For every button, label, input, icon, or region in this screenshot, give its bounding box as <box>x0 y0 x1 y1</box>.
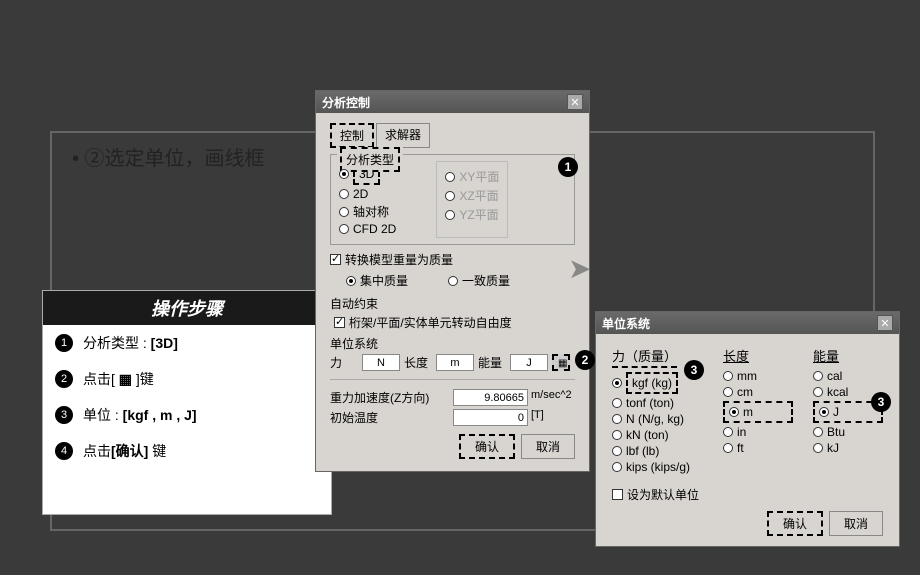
unit-system-label: 单位系统 <box>330 335 575 352</box>
callout-3a: 3 <box>684 360 704 380</box>
radio-kj[interactable]: kJ <box>813 441 883 455</box>
force-unit-input[interactable] <box>362 354 400 371</box>
step-row: 2 点击[ ▦ ]键 <box>43 361 331 397</box>
close-icon[interactable]: ✕ <box>567 94 583 110</box>
tab-control[interactable]: 控制 <box>330 123 374 148</box>
radio-axisym[interactable]: 轴对称 <box>339 203 396 220</box>
radio-mm[interactable]: mm <box>723 369 793 383</box>
radio-xy: XY平面 <box>445 168 499 185</box>
analysis-control-dialog: 分析控制 ✕ 控制 求解器 分析类型 3D 2D 轴对称 CFD 2D XY平面… <box>315 90 590 472</box>
length-header: 长度 <box>723 346 793 365</box>
instruction-text: • ②选定单位，画线框 <box>72 142 265 171</box>
step-number: 4 <box>55 442 73 460</box>
arrow-icon: ➤ <box>568 252 591 285</box>
dialog-title: 分析控制 <box>322 94 370 111</box>
close-icon[interactable]: ✕ <box>877 315 893 331</box>
step-text: 点击[确认] 键 <box>83 441 166 461</box>
radio-2d[interactable]: 2D <box>339 187 396 201</box>
radio-in[interactable]: in <box>723 425 793 439</box>
check-default-unit[interactable]: 设为默认单位 <box>612 486 883 503</box>
ok-button[interactable]: 确认 <box>459 434 515 459</box>
radio-kn[interactable]: kN (ton) <box>612 428 703 442</box>
ok-button[interactable]: 确认 <box>767 511 823 536</box>
step-row: 3 单位 : [kgf , m , J] <box>43 397 331 433</box>
group-title-analysis-type: 分析类型 <box>340 147 400 172</box>
check-convert-mass[interactable]: 转换模型重量为质量 <box>330 251 575 268</box>
radio-lumped-mass[interactable]: 集中质量 <box>346 272 408 289</box>
step-text: 点击[ ▦ ]键 <box>83 369 154 389</box>
titlebar[interactable]: 单位系统 ✕ <box>596 312 899 334</box>
auto-constraint-label: 自动约束 <box>330 295 575 312</box>
radio-tonf[interactable]: tonf (ton) <box>612 396 703 410</box>
unit-system-dialog: 单位系统 ✕ 力（质量） kgf (kg) tonf (ton) N (N/g,… <box>595 311 900 547</box>
step-text: 单位 : [kgf , m , J] <box>83 405 197 425</box>
radio-lbf[interactable]: lbf (lb) <box>612 444 703 458</box>
callout-2: 2 <box>575 350 595 370</box>
radio-cfd2d[interactable]: CFD 2D <box>339 222 396 236</box>
cancel-button[interactable]: 取消 <box>829 511 883 536</box>
step-text: 分析类型 : [3D] <box>83 333 178 353</box>
step-row: 1 分析类型 : [3D] <box>43 325 331 361</box>
gravity-input[interactable] <box>453 389 528 406</box>
unit-picker-button[interactable]: ▦ <box>552 354 570 371</box>
titlebar[interactable]: 分析控制 ✕ <box>316 91 589 113</box>
step-row: 4 点击[确认] 键 <box>43 433 331 469</box>
radio-kips[interactable]: kips (kips/g) <box>612 460 703 474</box>
step-number: 1 <box>55 334 73 352</box>
energy-unit-input[interactable] <box>510 354 548 371</box>
temp-input[interactable] <box>453 409 528 426</box>
callout-3b: 3 <box>871 392 891 412</box>
radio-xz: XZ平面 <box>445 187 499 204</box>
dialog-title: 单位系统 <box>602 315 650 332</box>
check-truss-dof[interactable]: 桁架/平面/实体单元转动自由度 <box>330 314 575 331</box>
step-number: 2 <box>55 370 73 388</box>
tabs: 控制 求解器 <box>330 123 575 148</box>
force-header: 力（质量） <box>612 346 677 368</box>
radio-ft[interactable]: ft <box>723 441 793 455</box>
steps-header: 操作步骤 <box>43 291 331 325</box>
radio-cal[interactable]: cal <box>813 369 883 383</box>
radio-n[interactable]: N (N/g, kg) <box>612 412 703 426</box>
length-unit-input[interactable] <box>436 354 474 371</box>
tab-solver[interactable]: 求解器 <box>376 123 430 148</box>
cancel-button[interactable]: 取消 <box>521 434 575 459</box>
radio-yz: YZ平面 <box>445 206 499 223</box>
analysis-type-group: 分析类型 3D 2D 轴对称 CFD 2D XY平面 XZ平面 YZ平面 1 <box>330 154 575 245</box>
energy-header: 能量 <box>813 346 883 365</box>
steps-panel: 操作步骤 1 分析类型 : [3D] 2 点击[ ▦ ]键 3 单位 : [kgf , m… <box>42 290 332 515</box>
radio-consistent-mass[interactable]: 一致质量 <box>448 272 510 289</box>
radio-cm[interactable]: cm <box>723 385 793 399</box>
step-number: 3 <box>55 406 73 424</box>
radio-btu[interactable]: Btu <box>813 425 883 439</box>
radio-m[interactable]: m <box>723 401 793 423</box>
callout-1: 1 <box>558 157 578 177</box>
